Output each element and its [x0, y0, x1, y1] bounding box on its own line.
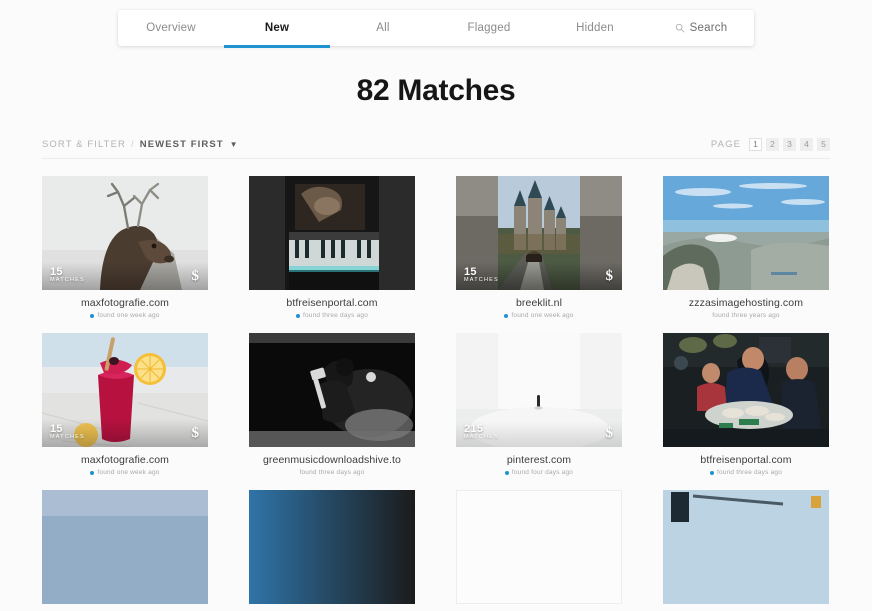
sort-filter-label: SORT & FILTER: [42, 138, 126, 150]
match-found-status: found three days ago: [663, 469, 829, 476]
match-thumbnail[interactable]: [42, 490, 208, 604]
tab-hidden[interactable]: Hidden: [542, 10, 648, 46]
deer-stag-photo: [42, 176, 208, 290]
match-domain[interactable]: btfreisenportal.com: [663, 454, 829, 466]
match-card[interactable]: 15 MATCHES $ maxfotografie.com found one…: [42, 176, 208, 319]
tab-bar: Overview New All Flagged Hidden Search: [118, 10, 754, 48]
sort-order-value[interactable]: NEWEST FIRST: [140, 139, 224, 150]
match-found-status: found three days ago: [249, 469, 415, 476]
match-card[interactable]: [663, 490, 829, 611]
new-indicator-dot: [90, 313, 95, 318]
match-card[interactable]: 15 MATCHES $ breeklit.nl found one week …: [456, 176, 622, 319]
guitarist-bw-photo: [249, 333, 415, 447]
page-title: 82 Matches: [356, 74, 516, 107]
castle-eltz-photo: [456, 176, 622, 290]
search-icon: [675, 23, 685, 33]
match-card[interactable]: zzzasimagehosting.com found three years …: [663, 176, 829, 319]
new-indicator-dot: [295, 313, 300, 318]
page-button-5[interactable]: 5: [817, 137, 830, 151]
match-found-status: found four days ago: [456, 469, 622, 476]
tab-hidden-label: Hidden: [576, 22, 614, 34]
sort-filter-separator: /: [130, 138, 135, 150]
match-found-text: found three years ago: [712, 312, 780, 319]
page-button-1[interactable]: 1: [749, 137, 762, 151]
match-card[interactable]: btfreisenportal.com found three days ago: [249, 176, 415, 319]
tab-flagged[interactable]: Flagged: [436, 10, 542, 46]
tab-new-label: New: [264, 22, 290, 34]
match-found-text: found three days ago: [302, 312, 369, 319]
match-found-status: found three days ago: [249, 312, 415, 319]
match-found-text: found one week ago: [97, 312, 160, 319]
pagination: PAGE 1 2 3 4 5: [710, 137, 830, 151]
city-crane-photo: [663, 490, 829, 604]
match-thumbnail[interactable]: 15 MATCHES $: [42, 176, 208, 290]
minimal-snow-figure-photo: [456, 333, 622, 447]
match-card[interactable]: greenmusicdownloadshive.to found three d…: [249, 333, 415, 476]
match-domain[interactable]: breeklit.nl: [456, 297, 622, 309]
tab-search[interactable]: Search: [648, 10, 754, 46]
piano-keys-dark-photo: [249, 176, 415, 290]
pagination-label: PAGE: [710, 138, 741, 150]
match-found-text: found four days ago: [511, 469, 574, 476]
match-found-text: found one week ago: [511, 312, 574, 319]
tab-all[interactable]: All: [330, 10, 436, 46]
match-domain[interactable]: zzzasimagehosting.com: [663, 297, 829, 309]
match-found-status: found one week ago: [456, 312, 622, 319]
match-domain[interactable]: maxfotografie.com: [42, 454, 208, 466]
match-thumbnail[interactable]: [456, 490, 622, 604]
match-found-text: found three days ago: [716, 469, 783, 476]
match-domain[interactable]: pinterest.com: [456, 454, 622, 466]
match-found-text: found three days ago: [299, 469, 365, 476]
new-indicator-dot: [90, 470, 95, 475]
match-card[interactable]: 15 MATCHES $ maxfotografie.com found one…: [42, 333, 208, 476]
street-market-vendors-photo: [663, 333, 829, 447]
match-results-grid: 15 MATCHES $ maxfotografie.com found one…: [42, 176, 830, 611]
sort-and-filter-control[interactable]: SORT & FILTER / NEWEST FIRST ▼: [42, 139, 239, 150]
match-found-status: found three years ago: [663, 312, 829, 319]
match-thumbnail[interactable]: [249, 176, 415, 290]
match-thumbnail[interactable]: [663, 176, 829, 290]
match-thumbnail[interactable]: [663, 490, 829, 604]
match-card[interactable]: [456, 490, 622, 611]
tab-overview-label: Overview: [146, 22, 196, 34]
coastal-sky-photo: [42, 490, 208, 604]
tab-overview[interactable]: Overview: [118, 10, 224, 46]
match-domain[interactable]: maxfotografie.com: [42, 297, 208, 309]
cape-town-aerial-photo: [663, 176, 829, 290]
match-thumbnail[interactable]: [663, 333, 829, 447]
match-found-status: found one week ago: [42, 469, 208, 476]
match-domain[interactable]: btfreisenportal.com: [249, 297, 415, 309]
match-found-status: found one week ago: [42, 312, 208, 319]
tab-new[interactable]: New: [224, 10, 330, 48]
match-card[interactable]: [249, 490, 415, 611]
match-thumbnail[interactable]: 215 MATCHES $: [456, 333, 622, 447]
match-thumbnail[interactable]: 15 MATCHES $: [456, 176, 622, 290]
match-thumbnail[interactable]: [249, 490, 415, 604]
page-button-2[interactable]: 2: [766, 137, 779, 151]
tab-flagged-label: Flagged: [467, 22, 511, 34]
toolbar-row: SORT & FILTER / NEWEST FIRST ▼ PAGE 1 2 …: [42, 137, 830, 159]
search-label: Search: [689, 22, 728, 34]
match-found-text: found one week ago: [97, 469, 160, 476]
match-card[interactable]: 215 MATCHES $ pinterest.com found four d…: [456, 333, 622, 476]
tab-all-label: All: [376, 22, 390, 34]
white-blank-photo: [456, 490, 622, 604]
match-card[interactable]: [42, 490, 208, 611]
top-navigation-bar: Overview New All Flagged Hidden Search: [118, 10, 754, 48]
new-indicator-dot: [504, 313, 509, 318]
match-card[interactable]: btfreisenportal.com found three days ago: [663, 333, 829, 476]
match-domain[interactable]: greenmusicdownloadshive.to: [249, 454, 415, 466]
new-indicator-dot: [504, 470, 509, 475]
page-button-3[interactable]: 3: [783, 137, 796, 151]
match-thumbnail[interactable]: 15 MATCHES $: [42, 333, 208, 447]
new-indicator-dot: [709, 470, 714, 475]
match-thumbnail[interactable]: [249, 333, 415, 447]
berry-smoothie-photo: [42, 333, 208, 447]
page-button-4[interactable]: 4: [800, 137, 813, 151]
blue-dark-gradient-photo: [249, 490, 415, 604]
chevron-down-icon[interactable]: ▼: [230, 140, 239, 149]
